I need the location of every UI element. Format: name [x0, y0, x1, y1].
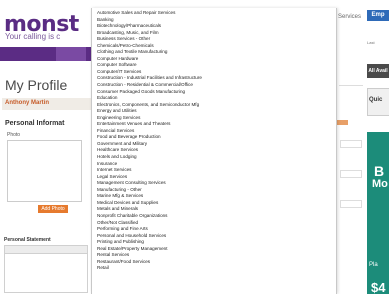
page-title: My Profile: [5, 77, 68, 93]
photo-placeholder: [7, 140, 82, 202]
right-field-1[interactable]: [340, 140, 362, 148]
dropdown-options: Automotive Sales and Repair Services Bank…: [92, 8, 336, 272]
all-available-tab[interactable]: All Avail: [367, 64, 389, 78]
app-window: monst Your calling is c Home Profile & M…: [0, 0, 389, 294]
personal-statement-label: Personal Statement: [4, 237, 51, 243]
right-divider: [339, 85, 363, 86]
employer-button[interactable]: Emp: [367, 10, 389, 21]
nav-item-profile[interactable]: Profile &: [62, 3, 87, 9]
quick-panel-title: Quic: [369, 97, 383, 103]
right-field-2[interactable]: [340, 170, 362, 178]
ad-text-3: $4: [371, 280, 386, 294]
ad-text-1: B: [374, 163, 385, 179]
statement-editor[interactable]: [4, 253, 88, 293]
tagline: Your calling is c: [5, 32, 61, 41]
industry-dropdown-list[interactable]: Automotive Sales and Repair Services Bank…: [91, 8, 337, 294]
nav-item-home[interactable]: Home: [28, 3, 45, 9]
dropdown-option[interactable]: Retail: [92, 265, 336, 272]
photo-label: Photo: [7, 132, 21, 138]
nav-tab-active-bg: [56, 47, 86, 61]
profile-name: Anthony Martin: [5, 100, 49, 106]
advertisement[interactable]: [367, 132, 389, 294]
last-login-text: Last: [367, 40, 375, 45]
services-link[interactable]: Services: [338, 14, 361, 20]
ad-text-2: Mo: [372, 178, 388, 190]
right-field-3[interactable]: [340, 200, 362, 208]
add-photo-button[interactable]: Add Photo: [38, 205, 68, 213]
personal-info-heading: Personal Informat: [5, 120, 65, 127]
orange-action[interactable]: [336, 120, 348, 125]
ad-text-4: Pla: [369, 262, 378, 268]
